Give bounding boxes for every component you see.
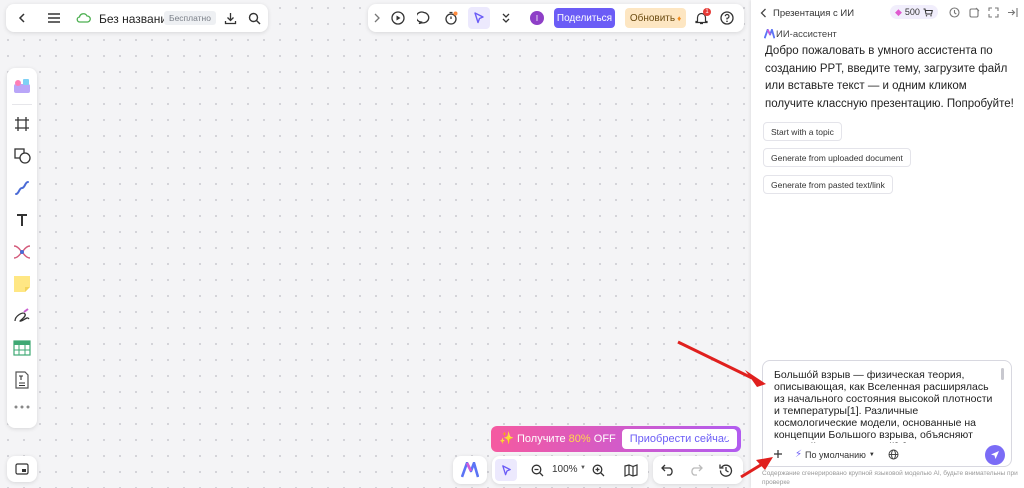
annotation-arrows xyxy=(677,340,773,479)
annotation-arrow-input xyxy=(677,340,753,380)
arrow-head xyxy=(745,370,766,387)
annotation-arrow-plus xyxy=(740,461,765,479)
